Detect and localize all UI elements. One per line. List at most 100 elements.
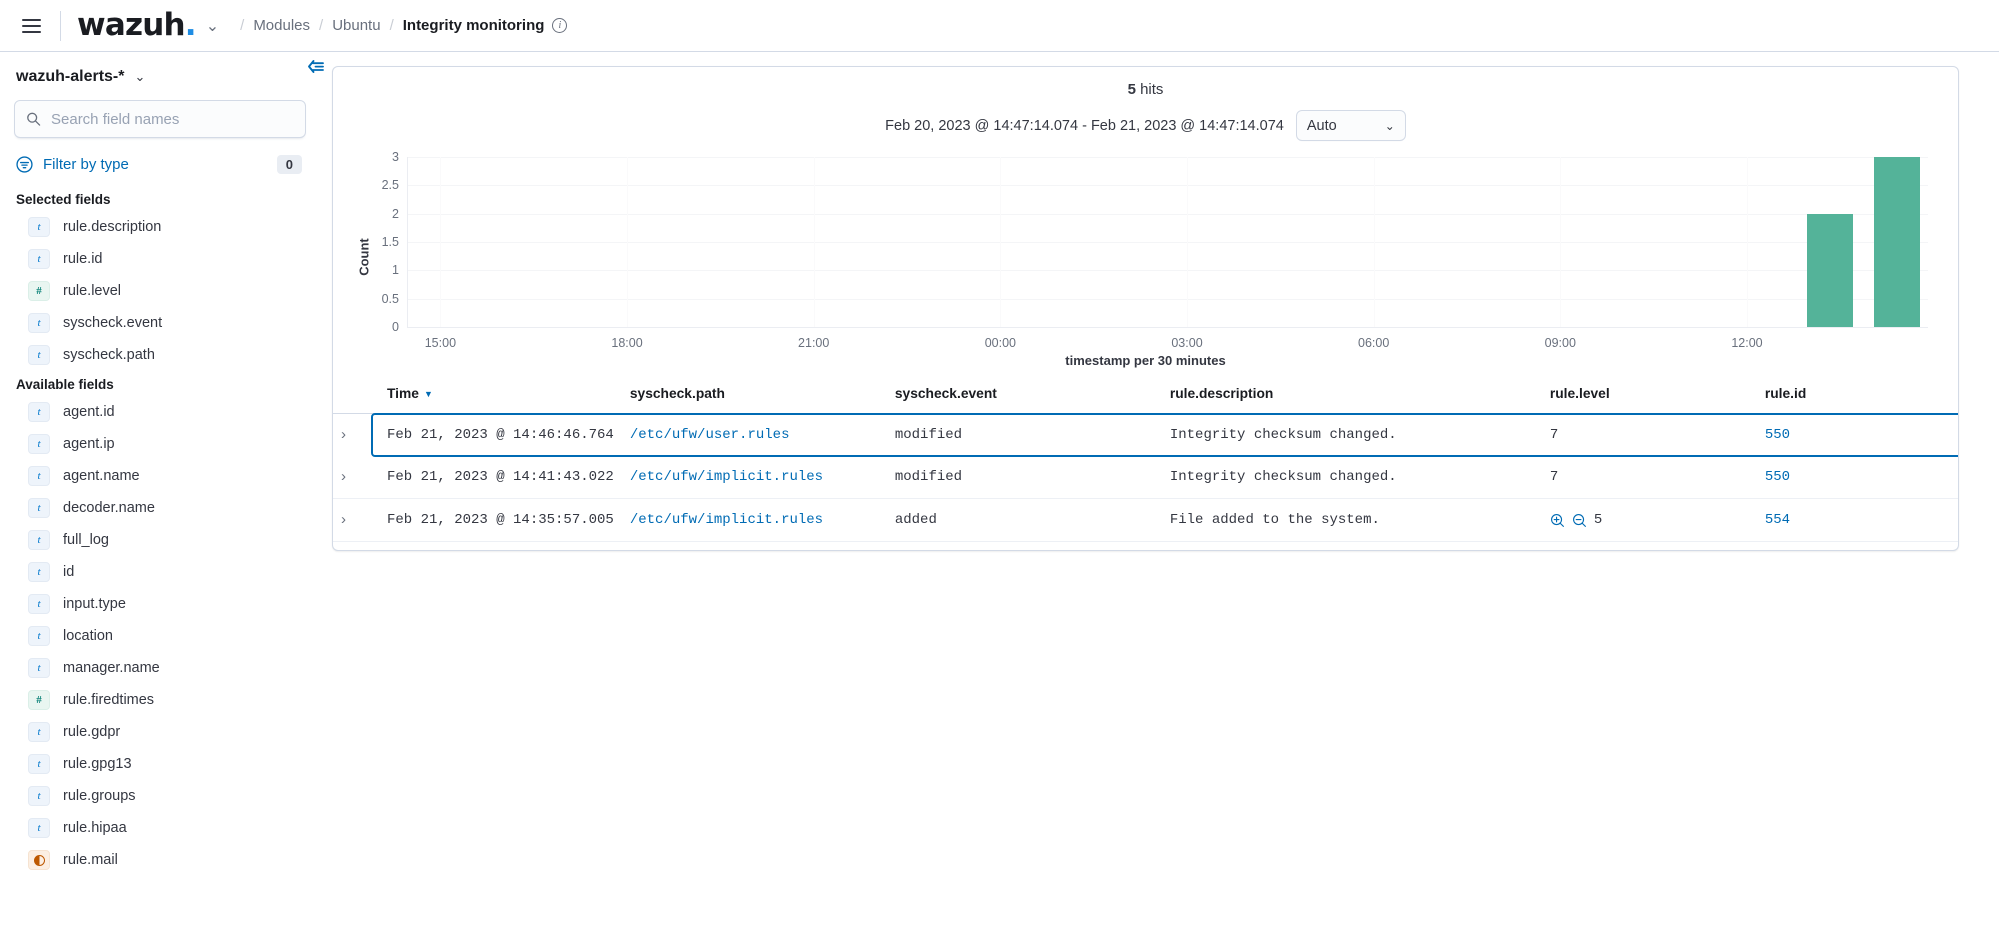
chart-vertical-gridline (440, 157, 441, 327)
search-input[interactable] (14, 100, 306, 138)
interval-value: Auto (1307, 118, 1337, 134)
chart-y-tick: 0.5 (382, 292, 399, 306)
info-icon[interactable]: i (552, 18, 567, 33)
chart-plot-area[interactable]: 00.511.522.5315:0018:0021:0000:0003:0006… (407, 157, 1928, 328)
syscheck-path-link[interactable]: /etc/ufw/user.rules (630, 427, 790, 443)
table-body: ›Feb 21, 2023 @ 14:46:46.764/etc/ufw/use… (333, 414, 1958, 552)
table-row[interactable]: › Feb 21, 2023 @ 14:35:57.005/etc/ufw/imp… (333, 499, 1958, 542)
table-header-row: Time ▼ syscheck.path syscheck.event rule… (333, 376, 1958, 414)
field-item-rule-gpg13[interactable]: trule.gpg13 (14, 748, 306, 780)
field-item-rule-gdpr[interactable]: trule.gdpr (14, 716, 306, 748)
chart-y-tick: 3 (392, 150, 399, 164)
chart-bar[interactable] (1807, 214, 1853, 327)
chart-y-tick: 0 (392, 320, 399, 334)
expand-row-cell[interactable]: › (333, 542, 379, 552)
collapse-sidebar-icon[interactable] (304, 56, 330, 78)
column-header-syscheck-event[interactable]: syscheck.event (887, 376, 1162, 414)
field-type-string-icon: t (28, 754, 50, 774)
cell-rule-id: 550 (1757, 414, 1958, 457)
cell-rule-level: 7 (1550, 469, 1558, 485)
chevron-right-icon[interactable]: › (341, 511, 346, 528)
field-item-input-type[interactable]: tinput.type (14, 588, 306, 620)
breadcrumb-separator: / (390, 17, 394, 34)
filter-in-icon[interactable] (1550, 513, 1565, 528)
expand-row-cell[interactable]: › (333, 499, 379, 542)
table-row[interactable]: ›Feb 21, 2023 @ 14:46:46.764/etc/ufw/use… (333, 414, 1958, 457)
table-row[interactable]: › Feb 21, 2023 @ 14:41:43.022/etc/ufw/imp… (333, 456, 1958, 499)
column-header-rule-level[interactable]: rule.level (1542, 376, 1757, 414)
column-header-syscheck-path[interactable]: syscheck.path (622, 376, 887, 414)
field-name-label: manager.name (63, 660, 160, 676)
breadcrumb-item-modules[interactable]: Modules (253, 17, 310, 34)
field-item-agent-id[interactable]: tagent.id (14, 396, 306, 428)
field-item-rule-firedtimes[interactable]: #rule.firedtimes (14, 684, 306, 716)
cell-rule-level-wrap: 7 (1542, 456, 1757, 499)
field-name-label: full_log (63, 532, 109, 548)
field-type-string-icon: t (28, 466, 50, 486)
field-item-agent-name[interactable]: tagent.name (14, 460, 306, 492)
available-fields-heading: Available fields (14, 371, 306, 396)
table-row[interactable]: ›Feb 21, 2023 @ 13:44:34.197/etc/ufw/use… (333, 542, 1958, 552)
field-item-manager-name[interactable]: tmanager.name (14, 652, 306, 684)
field-item-id[interactable]: tid (14, 556, 306, 588)
cell-rule-level-wrap: 5 (1542, 499, 1757, 542)
field-name-label: id (63, 564, 74, 580)
field-item-rule-description[interactable]: trule.description (14, 211, 306, 243)
chevron-down-icon: ⌄ (1385, 119, 1395, 133)
chart-gridline (408, 270, 1928, 271)
field-item-syscheck-event[interactable]: tsyscheck.event (14, 307, 306, 339)
syscheck-path-link[interactable]: /etc/ufw/implicit.rules (630, 469, 823, 485)
syscheck-path-link[interactable]: /etc/ufw/implicit.rules (630, 512, 823, 528)
breadcrumb-item-ubuntu[interactable]: Ubuntu (332, 17, 380, 34)
filter-by-type-button[interactable]: Filter by type 0 (14, 151, 306, 178)
chevron-right-icon[interactable]: › (341, 426, 346, 443)
column-header-rule-description[interactable]: rule.description (1162, 376, 1542, 414)
rule-id-link[interactable]: 554 (1765, 512, 1790, 528)
index-pattern-selector[interactable]: wazuh-alerts-* ⌄ (14, 68, 306, 86)
field-type-boolean-icon (28, 850, 50, 870)
field-item-rule-groups[interactable]: trule.groups (14, 780, 306, 812)
cell-rule-level: 7 (1550, 427, 1558, 443)
chart-y-tick: 1 (392, 263, 399, 277)
chevron-right-icon[interactable]: › (341, 468, 346, 485)
field-item-rule-hipaa[interactable]: trule.hipaa (14, 812, 306, 844)
field-item-syscheck-path[interactable]: tsyscheck.path (14, 339, 306, 371)
column-header-time-label: Time (387, 386, 419, 401)
chart-vertical-gridline (814, 157, 815, 327)
column-header-rule-id[interactable]: rule.id (1757, 376, 1958, 414)
cell-syscheck-event: modified (887, 542, 1162, 552)
field-item-full_log[interactable]: t full_log (14, 524, 306, 556)
top-navigation-bar: wazuh. ⌄ / Modules / Ubuntu / Integrity … (0, 0, 1999, 52)
field-item-rule-id[interactable]: trule.id (14, 243, 306, 275)
cell-syscheck-path: /etc/ufw/user6.rules (622, 542, 887, 552)
wazuh-logo[interactable]: wazuh. (77, 10, 196, 41)
cell-time: Feb 21, 2023 @ 14:35:57.005 (379, 499, 622, 542)
expand-row-cell[interactable]: › (333, 456, 379, 499)
field-type-string-icon: t (28, 722, 50, 742)
filter-out-icon[interactable] (1572, 513, 1587, 528)
field-item-rule-mail[interactable]: rule.mail (14, 844, 306, 876)
field-item-agent-ip[interactable]: tagent.ip (14, 428, 306, 460)
hits-label: hits (1140, 81, 1163, 98)
field-type-string-icon: t (28, 530, 50, 550)
rule-id-link[interactable]: 550 (1765, 469, 1790, 485)
cell-rule-id: 550 (1757, 456, 1958, 499)
field-item-rule-level[interactable]: #rule.level (14, 275, 306, 307)
brand-chevron-down-icon[interactable]: ⌄ (206, 16, 219, 36)
field-item-decoder-name[interactable]: tdecoder.name (14, 492, 306, 524)
field-item-location[interactable]: tlocation (14, 620, 306, 652)
cell-rule-level-wrap: 7 (1542, 542, 1757, 552)
rule-id-link[interactable]: 550 (1765, 427, 1790, 443)
column-header-time[interactable]: Time ▼ (379, 376, 622, 414)
cell-time: Feb 21, 2023 @ 14:41:43.022 (379, 456, 622, 499)
time-range-label: Feb 20, 2023 @ 14:47:14.074 - Feb 21, 20… (885, 118, 1284, 134)
chart-gridline (408, 185, 1928, 186)
chart-vertical-gridline (1000, 157, 1001, 327)
filter-count-badge: 0 (277, 155, 302, 174)
expand-row-cell[interactable]: › (333, 414, 379, 457)
cell-rule-level-wrap: 7 (1542, 414, 1757, 457)
hamburger-menu-icon[interactable] (14, 9, 48, 43)
interval-select[interactable]: Auto ⌄ (1296, 110, 1406, 141)
chart-bar[interactable] (1874, 157, 1920, 327)
field-type-string-icon: t (28, 818, 50, 838)
